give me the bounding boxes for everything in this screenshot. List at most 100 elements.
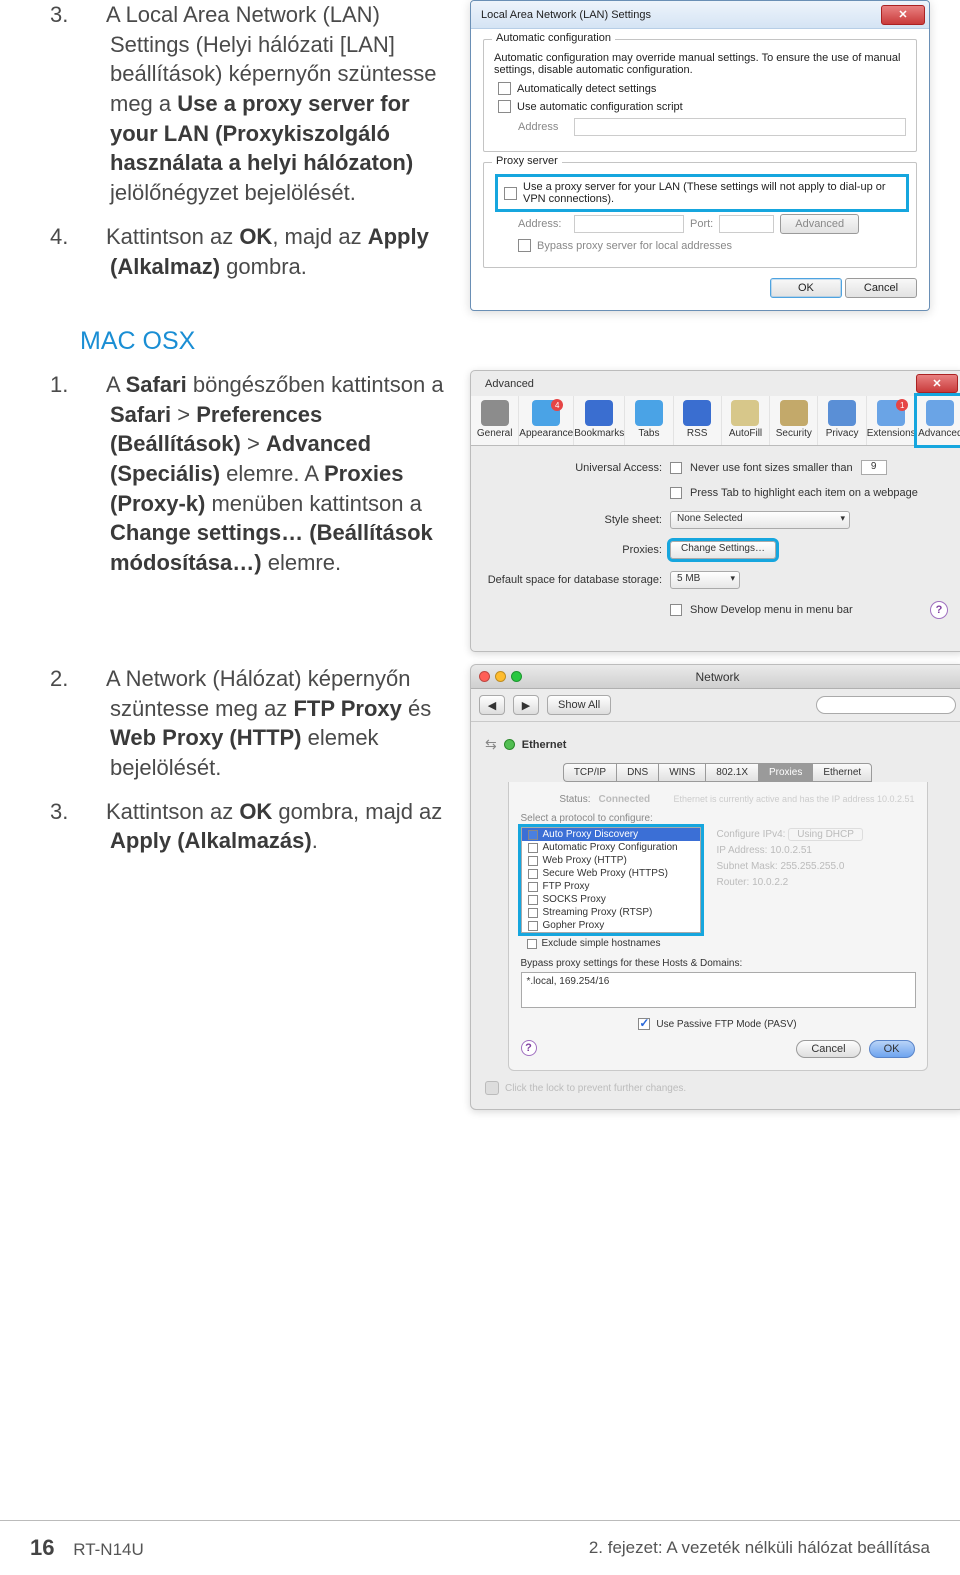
tab-extensions[interactable]: 1Extensions: [867, 396, 917, 445]
lock-icon[interactable]: [485, 1081, 499, 1095]
tab-label: Security: [776, 428, 812, 439]
checkbox-icon: [518, 239, 531, 252]
step-number: 3.: [80, 797, 106, 827]
tab-security[interactable]: Security: [770, 396, 818, 445]
tab-appearance[interactable]: 4 Appearance: [519, 396, 574, 445]
tab-privacy[interactable]: Privacy: [818, 396, 866, 445]
tab-label: General: [477, 428, 513, 439]
lan-settings-dialog: Local Area Network (LAN) Settings ✕ Auto…: [470, 0, 930, 311]
checkbox-icon: [498, 82, 511, 95]
cancel-button[interactable]: Cancel: [796, 1040, 860, 1058]
stylesheet-label: Style sheet:: [487, 514, 662, 526]
mac-step-3: 3.Kattintson az OK gombra, majd az Apply…: [80, 797, 450, 856]
protocol-label: Secure Web Proxy (HTTPS): [543, 868, 668, 879]
tab-8021x[interactable]: 802.1X: [705, 763, 758, 782]
protocol-label: Streaming Proxy (RTSP): [543, 907, 653, 918]
bypass-local-checkbox[interactable]: Bypass proxy server for local addresses: [518, 239, 906, 252]
tab-advanced[interactable]: Advanced: [917, 396, 960, 445]
window-controls[interactable]: [479, 671, 522, 682]
bypass-input[interactable]: *.local, 169.254/16: [521, 972, 916, 1008]
protocol-label: Auto Proxy Discovery: [543, 829, 639, 840]
stylesheet-select[interactable]: None Selected: [670, 511, 850, 529]
bypass-label: Bypass proxy settings for these Hosts & …: [521, 958, 915, 969]
forward-button[interactable]: ▶: [513, 695, 539, 715]
protocol-label: Automatic Proxy Configuration: [543, 842, 678, 853]
protocol-row[interactable]: Auto Proxy Discovery: [522, 828, 700, 841]
proxy-port-input[interactable]: [719, 215, 774, 233]
tab-highlight-checkbox[interactable]: [670, 487, 682, 499]
protocol-row[interactable]: Web Proxy (HTTP): [522, 854, 700, 867]
auto-detect-checkbox[interactable]: Automatically detect settings: [498, 82, 906, 95]
protocol-label: FTP Proxy: [543, 881, 590, 892]
tabs-icon: [635, 400, 663, 426]
help-button[interactable]: ?: [521, 1040, 537, 1056]
font-size-checkbox[interactable]: [670, 462, 682, 474]
checkbox-icon: [528, 856, 538, 866]
tab-label: Extensions: [867, 428, 916, 439]
protocol-row[interactable]: Automatic Proxy Configuration: [522, 841, 700, 854]
auto-script-checkbox[interactable]: Use automatic configuration script: [498, 100, 906, 113]
dialog-title: Local Area Network (LAN) Settings: [481, 9, 651, 21]
back-button[interactable]: ◀: [479, 695, 505, 715]
close-icon: ✕: [932, 377, 941, 390]
close-button[interactable]: ✕: [881, 5, 925, 25]
rss-icon: [683, 400, 711, 426]
tab-ethernet[interactable]: Ethernet: [812, 763, 872, 782]
protocol-row[interactable]: Streaming Proxy (RTSP): [522, 906, 700, 919]
tab-wins[interactable]: WINS: [658, 763, 705, 782]
pasv-checkbox[interactable]: [638, 1018, 650, 1030]
close-button[interactable]: ✕: [916, 374, 958, 393]
tab-general[interactable]: General: [471, 396, 519, 445]
mac-step-1: 1.A Safari böngészőben kattintson a Safa…: [80, 370, 450, 578]
protocol-row[interactable]: Gopher Proxy: [522, 919, 700, 932]
tab-tabs[interactable]: Tabs: [625, 396, 673, 445]
badge: 4: [551, 399, 563, 411]
font-size-input[interactable]: 9: [861, 460, 887, 475]
proxy-port-label: Port:: [690, 218, 713, 230]
protocol-label: Gopher Proxy: [543, 920, 605, 931]
ethernet-sidebar-item[interactable]: ⇆ Ethernet: [485, 736, 950, 753]
protocol-list[interactable]: Auto Proxy Discovery Automatic Proxy Conf…: [521, 827, 701, 933]
ok-button[interactable]: OK: [869, 1040, 915, 1058]
show-all-button[interactable]: Show All: [547, 695, 611, 715]
checkbox-icon: [504, 187, 517, 200]
step-number: 4.: [80, 222, 106, 252]
tab-label: Bookmarks: [574, 428, 624, 439]
group-title: Automatic configuration: [492, 32, 615, 44]
proxy-address-label: Address:: [518, 218, 568, 230]
general-icon: [481, 400, 509, 426]
chapter-title: 2. fejezet: A vezeték nélküli hálózat be…: [589, 1538, 930, 1558]
protocol-row[interactable]: SOCKS Proxy: [522, 893, 700, 906]
address-input[interactable]: [574, 118, 906, 136]
tab-proxies[interactable]: Proxies: [758, 763, 812, 782]
help-button[interactable]: ?: [930, 601, 948, 619]
db-storage-select[interactable]: 5 MB: [670, 571, 740, 589]
develop-menu-checkbox[interactable]: [670, 604, 682, 616]
protocol-row[interactable]: Secure Web Proxy (HTTPS): [522, 867, 700, 880]
use-proxy-checkbox[interactable]: Use a proxy server for your LAN (These s…: [498, 177, 906, 209]
mac-osx-heading: MAC OSX: [80, 327, 930, 356]
tab-bookmarks[interactable]: Bookmarks: [574, 396, 625, 445]
select-protocol-label: Select a protocol to configure:: [521, 813, 915, 824]
proxy-server-group: Proxy server Use a proxy server for your…: [483, 162, 917, 268]
change-settings-button[interactable]: Change Settings…: [670, 541, 776, 559]
close-icon: ✕: [898, 8, 907, 21]
proxy-address-input[interactable]: [574, 215, 684, 233]
checkbox-icon: [528, 908, 538, 918]
ok-button[interactable]: OK: [770, 278, 842, 298]
protocol-row[interactable]: FTP Proxy: [522, 880, 700, 893]
exclude-hostnames-checkbox[interactable]: [527, 939, 537, 949]
tab-rss[interactable]: RSS: [674, 396, 722, 445]
tab-label: Appearance: [519, 428, 573, 439]
group-title: Proxy server: [492, 155, 562, 167]
search-input[interactable]: [816, 696, 956, 714]
advanced-button[interactable]: Advanced: [780, 214, 859, 234]
tab-tcpip[interactable]: TCP/IP: [563, 763, 616, 782]
checkbox-icon: [528, 882, 538, 892]
tab-dns[interactable]: DNS: [616, 763, 658, 782]
cancel-button[interactable]: Cancel: [845, 278, 917, 298]
tab-autofill[interactable]: AutoFill: [722, 396, 770, 445]
close-icon: [479, 671, 490, 682]
autofill-icon: [731, 400, 759, 426]
checkbox-icon: [528, 830, 538, 840]
